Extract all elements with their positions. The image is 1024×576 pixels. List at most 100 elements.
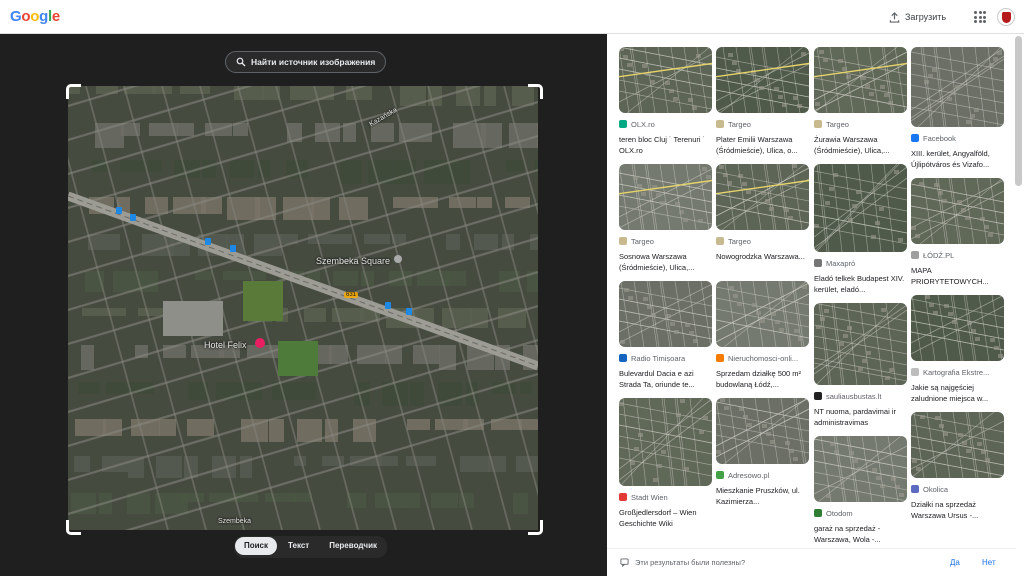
result-source: Adresowo.pl [716,470,809,480]
result-source: Facebook [911,133,1004,143]
result-title[interactable]: garaż na sprzedaż - Warszawa, Wola -... [814,523,907,545]
site-favicon-icon [716,354,724,362]
result-source-name: ŁÓDŹ.PL [923,250,955,260]
find-image-source-button[interactable]: Найти источник изображения [225,51,387,73]
result-title[interactable]: Großjedlersdorf – Wien Geschichte Wiki [619,507,712,529]
result-source-name: Facebook [923,133,956,143]
site-favicon-icon [619,237,627,245]
result-title[interactable]: Żurawia Warszawa (Śródmieście), Ulica,..… [814,134,907,156]
result-card[interactable]: ŁÓDŹ.PL MAPA PRIORYTETOWYCH... [911,178,1004,287]
result-thumbnail[interactable] [911,47,1004,127]
result-title[interactable]: Sprzedam działkę 500 m² budowlaną Łódź,.… [716,368,809,390]
result-title[interactable]: Sosnowa Warszawa (Śródmieście), Ulica,..… [619,251,712,273]
result-card[interactable]: Adresowo.pl Mieszkanie Pruszków, ul. Kazi… [716,398,809,507]
account-avatar[interactable] [997,8,1015,26]
map-label-hotel: Hotel Felix [204,340,247,350]
result-card[interactable]: Stadt Wien Großjedlersdorf – Wien Geschic… [619,398,712,529]
google-logo[interactable]: Google [10,8,60,25]
result-source: Stadt Wien [619,492,712,502]
result-source: Targeo [619,236,712,246]
result-thumbnail[interactable] [716,164,809,230]
result-source-name: Targeo [826,119,849,129]
result-thumbnail[interactable] [911,295,1004,361]
result-card[interactable]: Targeo Plater Emilii Warszawa (Śródmieści… [716,47,809,156]
result-card[interactable]: Targeo Sosnowa Warszawa (Śródmieście), Ul… [619,164,712,273]
site-favicon-icon [814,120,822,128]
result-title[interactable]: Jakie są najgęściej zaludnione miejsca w… [911,382,1004,404]
result-title[interactable]: teren bloc Cluj ˙ Terenuri ˙ OLX.ro [619,134,712,156]
crop-handle-bottom-right[interactable] [528,520,543,535]
result-title[interactable]: Działki na sprzedaż Warszawa Ursus -... [911,499,1004,521]
result-source: Okolica [911,484,1004,494]
site-favicon-icon [619,493,627,501]
result-thumbnail[interactable] [716,47,809,113]
result-source-name: Maxapró [826,258,856,268]
results-scrollbar[interactable] [1015,36,1022,186]
result-card[interactable]: Targeo Żurawia Warszawa (Śródmieście), Ul… [814,47,907,156]
result-source: Kartografia Ekstre... [911,367,1004,377]
crop-handle-top-right[interactable] [528,84,543,99]
result-card[interactable]: Okolica Działki na sprzedaż Warszawa Ursu… [911,412,1004,521]
result-source: Targeo [716,119,809,129]
result-thumbnail[interactable] [716,281,809,347]
result-card[interactable]: Kartografia Ekstre... Jakie są najgęściej… [911,295,1004,404]
result-thumbnail[interactable] [619,164,712,230]
result-card[interactable]: sauliausbustas.lt NT nuoma, pardavimai ir… [814,303,907,428]
result-title[interactable]: Bulevardul Dacia e azi Strada Ta, oriund… [619,368,712,390]
result-thumbnail[interactable] [619,281,712,347]
results-column: Targeo Plater Emilii Warszawa (Śródmieści… [716,47,809,515]
feedback-no-button[interactable]: Нет [982,558,996,567]
upload-button[interactable]: Загрузить [889,8,946,26]
result-source-name: Nieruchomosci-onli... [728,353,799,363]
result-title[interactable]: NT nuoma, pardavimai ir administravimas [814,406,907,428]
result-title[interactable]: Eladó telkek Budapest XIV. kerület, elad… [814,273,907,295]
result-card[interactable]: Targeo Nowogrodzka Warszawa... [716,164,809,273]
visual-matches-panel: OLX.ro teren bloc Cluj ˙ Terenuri ˙ OLX.r… [607,34,1024,576]
result-title[interactable]: MAPA PRIORYTETOWYCH... [911,265,1004,287]
result-source: ŁÓDŹ.PL [911,250,1004,260]
result-thumbnail[interactable] [814,436,907,502]
result-card[interactable]: Maxapró Eladó telkek Budapest XIV. kerüle… [814,164,907,295]
aerial-map-image[interactable]: Kazańska Szembeka Square Hotel Felix 631… [68,86,538,530]
upload-icon [889,11,900,23]
crop-handle-bottom-left[interactable] [66,520,81,535]
feedback-yes-button[interactable]: Да [950,558,960,567]
find-source-label: Найти источник изображения [251,57,376,67]
site-favicon-icon [716,120,724,128]
result-thumbnail[interactable] [619,398,712,486]
crop-handle-top-left[interactable] [66,84,81,99]
result-title[interactable]: XIII. kerület, Angyalföld, Újlipótváros … [911,148,1004,170]
site-favicon-icon [911,368,919,376]
apps-grid-icon[interactable] [974,11,986,23]
map-label-bottom: Szembeka [218,518,252,525]
site-favicon-icon [911,251,919,259]
result-source: Nieruchomosci-onli... [716,353,809,363]
result-title[interactable]: Nowogrodzka Warszawa... [716,251,809,273]
lens-image-panel: Найти источник изображения Kazańska Szem… [0,34,607,576]
result-card[interactable]: Nieruchomosci-onli... Sprzedam działkę 50… [716,281,809,390]
tab-translate[interactable]: Переводчик [320,537,386,555]
map-label-square: Szembeka Square [316,256,391,266]
results-column: Facebook XIII. kerület, Angyalföld, Újlip… [911,47,1004,529]
site-favicon-icon [619,354,627,362]
result-card[interactable]: Otodom garaż na sprzedaż - Warszawa, Wola… [814,436,907,545]
result-source: sauliausbustas.lt [814,391,907,401]
tab-search[interactable]: Поиск [235,537,278,555]
result-card[interactable]: OLX.ro teren bloc Cluj ˙ Terenuri ˙ OLX.r… [619,47,712,156]
result-card[interactable]: Radio Timișoara Bulevardul Dacia e azi St… [619,281,712,390]
result-thumbnail[interactable] [814,47,907,113]
result-title[interactable]: Mieszkanie Pruszków, ul. Kazimierza... [716,485,809,507]
result-source: OLX.ro [619,119,712,129]
results-column: Targeo Żurawia Warszawa (Śródmieście), Ul… [814,47,907,553]
tab-text[interactable]: Текст [279,537,318,555]
site-favicon-icon [814,392,822,400]
result-card[interactable]: Facebook XIII. kerület, Angyalföld, Újlip… [911,47,1004,170]
result-thumbnail[interactable] [814,303,907,385]
result-thumbnail[interactable] [814,164,907,252]
result-title[interactable]: Plater Emilii Warszawa (Śródmieście), Ul… [716,134,809,156]
result-thumbnail[interactable] [716,398,809,464]
result-thumbnail[interactable] [911,178,1004,244]
result-source: Targeo [716,236,809,246]
result-thumbnail[interactable] [619,47,712,113]
result-thumbnail[interactable] [911,412,1004,478]
